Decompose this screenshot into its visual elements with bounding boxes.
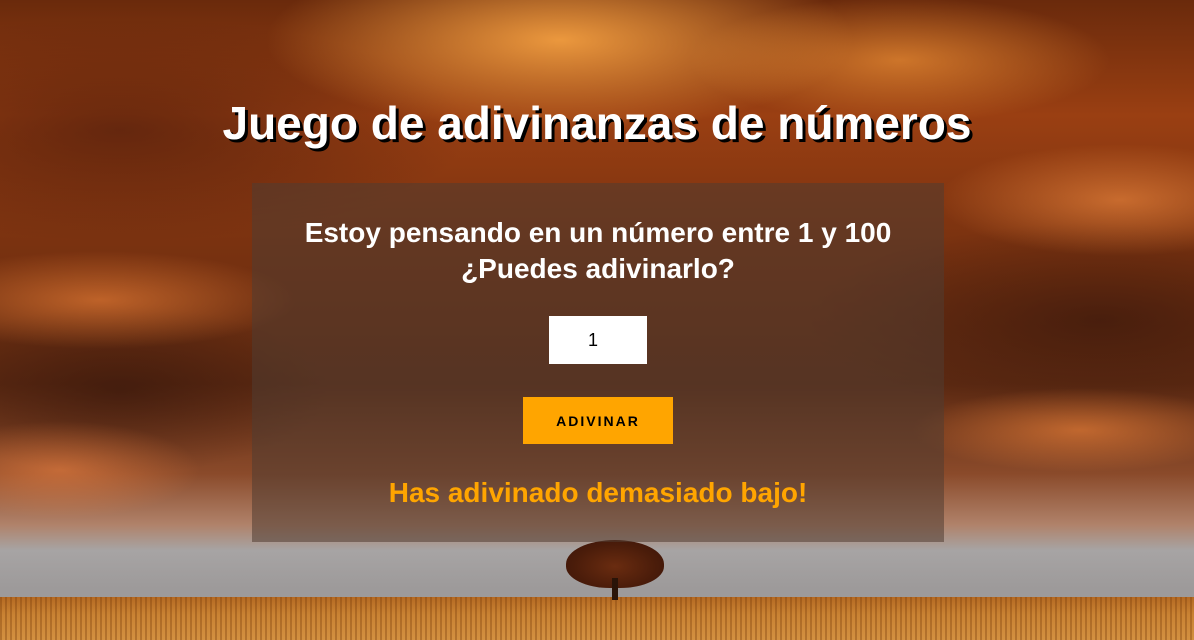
game-panel: Estoy pensando en un número entre 1 y 10… (252, 183, 944, 542)
wheat-field (0, 597, 1194, 640)
guess-button[interactable]: ADIVINAR (523, 397, 673, 444)
result-message: Has adivinado demasiado bajo! (388, 477, 808, 508)
guess-input[interactable] (549, 316, 647, 364)
tree-trunk (612, 578, 618, 600)
game-prompt: Estoy pensando en un número entre 1 y 10… (252, 215, 944, 287)
prompt-line-2: ¿Puedes adivinarlo? (461, 253, 735, 284)
page-title: Juego de adivinanzas de números (222, 97, 972, 149)
prompt-line-1: Estoy pensando en un número entre 1 y 10… (304, 217, 892, 248)
